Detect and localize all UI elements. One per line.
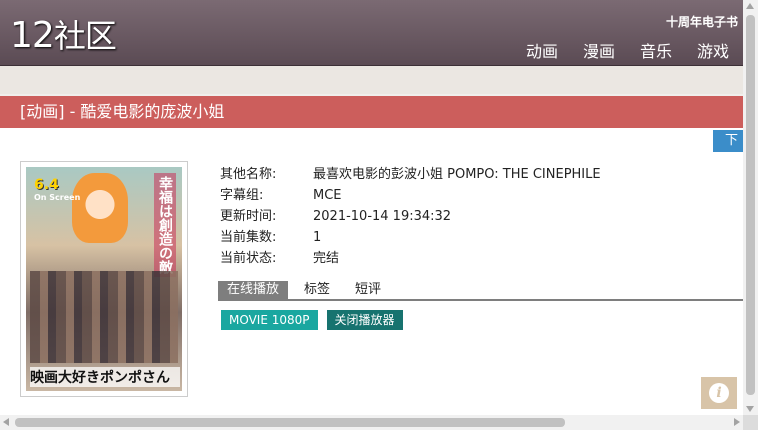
poster-vertical-text: 幸福は創造の敵 — [154, 173, 176, 277]
close-player-button[interactable]: 关闭播放器 — [326, 310, 403, 330]
site-header: 12社区 十周年电子书 动画 漫画 音乐 游戏 — [0, 0, 743, 66]
scroll-down-icon[interactable] — [746, 406, 754, 412]
poster-crowd — [30, 271, 178, 363]
tab-tags[interactable]: 标签 — [304, 281, 330, 299]
info-icon: i — [709, 383, 729, 403]
vertical-scroll-thumb[interactable] — [746, 15, 755, 395]
scroll-corner — [743, 415, 758, 430]
site-logo[interactable]: 12社区 — [10, 14, 117, 58]
info-value: MCE — [313, 188, 342, 203]
info-row: 当前集数: 1 — [220, 227, 601, 248]
nav-manga[interactable]: 漫画 — [583, 38, 615, 62]
info-value: 完结 — [313, 251, 340, 266]
info-label: 当前状态: — [220, 251, 277, 266]
info-value: 2021-10-14 19:34:32 — [313, 209, 452, 224]
scroll-right-icon[interactable] — [734, 418, 740, 426]
tab-online-play[interactable]: 在线播放 — [218, 281, 289, 299]
info-value: 最喜欢电影的彭波小姐 POMPO: THE CINEPHILE — [313, 167, 601, 182]
nav-games[interactable]: 游戏 — [697, 38, 729, 62]
info-button[interactable]: i — [701, 377, 737, 409]
sub-strip — [0, 66, 743, 94]
poster-character — [72, 173, 128, 243]
page-title: [动画] - 酷爱电影的庞波小姐 — [0, 96, 743, 128]
info-label: 字幕组: — [220, 188, 264, 203]
info-value: 1 — [313, 230, 322, 245]
logo-number: 12 — [10, 15, 55, 56]
poster-subtitle: On Screen — [34, 193, 81, 202]
poster-date: 6.4 — [34, 177, 59, 193]
logo-text: 社区 — [53, 17, 117, 55]
tab-reviews[interactable]: 短评 — [355, 281, 381, 299]
tab-bar: 在线播放 标签 短评 — [218, 281, 743, 301]
info-list: 其他名称: 最喜欢电影的彭波小姐 POMPO: THE CINEPHILE 字幕… — [220, 164, 601, 269]
scroll-up-icon[interactable] — [746, 3, 754, 9]
poster-title: 映画大好きポンポさん — [30, 367, 180, 387]
download-tab[interactable]: 下 — [713, 130, 743, 152]
nav-music[interactable]: 音乐 — [640, 38, 672, 62]
tagline-link[interactable]: 十周年电子书 — [666, 13, 738, 30]
vertical-scrollbar[interactable] — [743, 0, 758, 415]
horizontal-scroll-thumb[interactable] — [15, 418, 565, 427]
main-nav: 动画 漫画 音乐 游戏 — [526, 38, 729, 62]
info-label: 其他名称: — [220, 167, 277, 182]
info-label: 当前集数: — [220, 230, 277, 245]
movie-1080p-button[interactable]: MOVIE 1080P — [221, 310, 318, 330]
scroll-left-icon[interactable] — [3, 418, 9, 426]
info-row: 当前状态: 完结 — [220, 248, 601, 269]
poster-image: 6.4 On Screen 幸福は創造の敵 映画大好きポンポさん — [20, 161, 188, 397]
content-panel: 下 6.4 On Screen 幸福は創造の敵 映画大好きポンポさん 其他名称:… — [0, 128, 743, 416]
info-label: 更新时间: — [220, 209, 277, 224]
poster-art: 6.4 On Screen 幸福は創造の敵 映画大好きポンポさん — [26, 167, 182, 391]
horizontal-scrollbar[interactable] — [0, 415, 743, 430]
info-row: 字幕组: MCE — [220, 185, 601, 206]
nav-anime[interactable]: 动画 — [526, 38, 558, 62]
player-buttons: MOVIE 1080P 关闭播放器 — [221, 310, 403, 330]
info-row: 其他名称: 最喜欢电影的彭波小姐 POMPO: THE CINEPHILE — [220, 164, 601, 185]
info-row: 更新时间: 2021-10-14 19:34:32 — [220, 206, 601, 227]
